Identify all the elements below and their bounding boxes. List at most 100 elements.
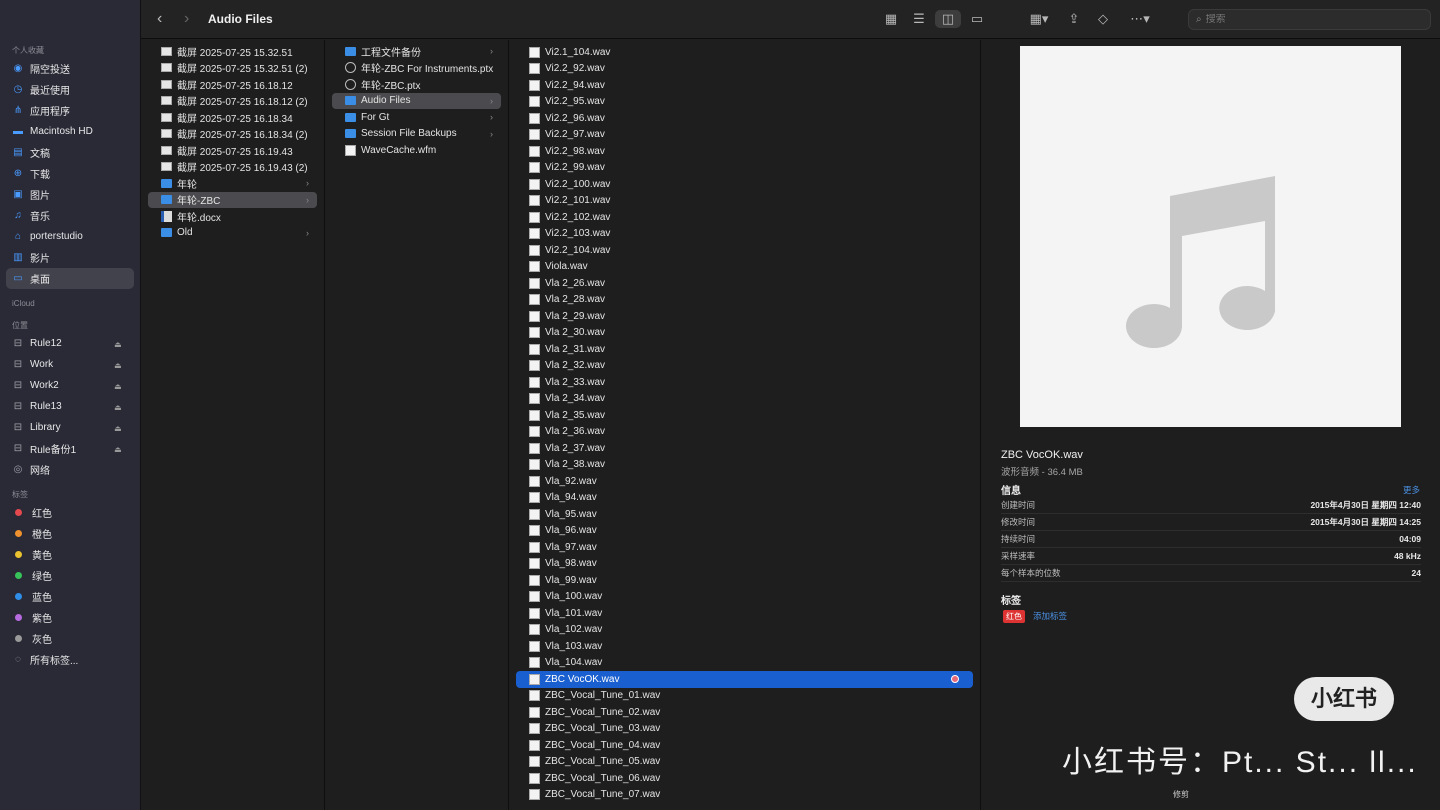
file-row[interactable]: ZBC_Vocal_Tune_03.wav (516, 721, 973, 738)
file-row[interactable]: Vla 2_35.wav (516, 407, 973, 424)
file-row[interactable]: 年轮 › (148, 175, 317, 192)
file-row[interactable]: Vla_101.wav (516, 605, 973, 622)
file-row[interactable]: Vla_96.wav (516, 523, 973, 540)
file-row[interactable]: 截屏 2025-07-25 15.32.51 (148, 43, 317, 60)
sidebar-location[interactable]: ⊟ Library ⏏ (6, 417, 134, 438)
file-row[interactable]: Vla 2_38.wav (516, 457, 973, 474)
browser-column-1[interactable]: 截屏 2025-07-25 15.32.51 截屏 2025-07-25 15.3… (141, 40, 325, 810)
file-row[interactable]: Vla 2_30.wav (516, 325, 973, 342)
sidebar-location[interactable]: ⊟ Work2 ⏏ (6, 375, 134, 396)
search-input[interactable] (1205, 14, 1406, 25)
eject-icon[interactable]: ⏏ (114, 403, 122, 412)
file-row[interactable]: Vla_104.wav (516, 655, 973, 672)
sidebar-item[interactable]: ▭ 桌面 (6, 268, 134, 289)
file-row[interactable]: Vi2.2_101.wav (516, 193, 973, 210)
file-row[interactable]: Vla_92.wav (516, 473, 973, 490)
file-row[interactable]: ZBC_Vocal_Tune_06.wav (516, 770, 973, 787)
sidebar-location[interactable]: ⊟ Rule12 ⏏ (6, 333, 134, 354)
file-row[interactable]: Vi2.2_94.wav (516, 77, 973, 94)
file-row[interactable]: Viola.wav (516, 259, 973, 276)
file-row[interactable]: 工程文件备份 › (332, 43, 501, 60)
share-button[interactable]: ⇪ (1064, 10, 1084, 28)
sidebar-tag[interactable]: 紫色 (6, 607, 134, 628)
file-row[interactable]: Vla_97.wav (516, 539, 973, 556)
forward-button[interactable]: › (184, 10, 198, 28)
file-row[interactable]: Vla_100.wav (516, 589, 973, 606)
file-row[interactable]: Vla 2_31.wav (516, 341, 973, 358)
browser-column-3[interactable]: Vi2.1_104.wav Vi2.2_92.wav Vi2.2_94.wav Vi2… (509, 40, 981, 810)
file-row[interactable]: For Gt › (332, 109, 501, 126)
file-row[interactable]: Vi2.2_103.wav (516, 226, 973, 243)
file-row[interactable]: 截屏 2025-07-25 16.19.43 (148, 142, 317, 159)
eject-icon[interactable]: ⏏ (114, 445, 122, 454)
file-row[interactable]: Vi2.2_98.wav (516, 143, 973, 160)
file-row[interactable]: Audio Files › (332, 92, 501, 109)
file-row[interactable]: 年轮-ZBC.ptx (332, 76, 501, 93)
file-row[interactable]: Vi2.2_96.wav (516, 110, 973, 127)
eject-icon[interactable]: ⏏ (114, 361, 122, 370)
file-row[interactable]: Vla_99.wav (516, 572, 973, 589)
eject-icon[interactable]: ⏏ (114, 340, 122, 349)
search-field[interactable]: ⌕ (1188, 9, 1431, 30)
sidebar-item[interactable]: ◉ 隔空投送 (6, 58, 134, 79)
column-view-button[interactable]: ◫ (935, 10, 961, 28)
browser-column-2[interactable]: 工程文件备份 › 年轮-ZBC For Instruments.ptx 年轮-ZBC.… (325, 40, 509, 810)
file-row[interactable]: Vla_98.wav (516, 556, 973, 573)
sidebar-item[interactable]: ◷ 最近使用 (6, 79, 134, 100)
sidebar-item[interactable]: ▬ Macintosh HD (6, 121, 134, 142)
file-row[interactable]: Vla 2_36.wav (516, 424, 973, 441)
sidebar-tag[interactable]: 黄色 (6, 544, 134, 565)
file-row[interactable]: Vla 2_26.wav (516, 275, 973, 292)
list-view-button[interactable]: ☰ (909, 10, 929, 28)
file-row[interactable]: Vla 2_33.wav (516, 374, 973, 391)
sidebar-location[interactable]: ⊟ Rule备份1 ⏏ (6, 438, 134, 459)
file-row[interactable]: ZBC_Vocal_Tune_05.wav (516, 754, 973, 771)
file-row[interactable]: Vla 2_34.wav (516, 391, 973, 408)
file-row[interactable]: 年轮.docx (148, 208, 317, 225)
sidebar-tag[interactable]: 绿色 (6, 565, 134, 586)
file-row[interactable]: Session File Backups › (332, 126, 501, 143)
sidebar-location[interactable]: ◎ 网络 (6, 459, 134, 480)
file-row[interactable]: 截屏 2025-07-25 16.18.34 (2) (148, 126, 317, 143)
file-row[interactable]: Vla_94.wav (516, 490, 973, 507)
add-tag-link[interactable]: 添加标签 (1033, 610, 1067, 622)
file-row[interactable]: Vi2.1_104.wav (516, 44, 973, 61)
sidebar-tag[interactable]: 红色 (6, 502, 134, 523)
sidebar-tag[interactable]: 蓝色 (6, 586, 134, 607)
file-row[interactable]: Vla_102.wav (516, 622, 973, 639)
file-row[interactable]: ZBC VocOK.wav (516, 671, 973, 688)
file-row[interactable]: 年轮-ZBC For Instruments.ptx (332, 60, 501, 77)
file-row[interactable]: 截屏 2025-07-25 16.18.12 (148, 76, 317, 93)
file-row[interactable]: ZBC_Vocal_Tune_01.wav (516, 688, 973, 705)
file-row[interactable]: 年轮-ZBC › (148, 191, 317, 208)
file-row[interactable]: Vla 2_28.wav (516, 292, 973, 309)
sidebar-item[interactable]: ⊕ 下载 (6, 163, 134, 184)
file-row[interactable]: Vla 2_37.wav (516, 440, 973, 457)
file-row[interactable]: ZBC_Vocal_Tune_07.wav (516, 787, 973, 804)
sidebar-tag[interactable]: 灰色 (6, 628, 134, 649)
sidebar-item[interactable]: ♫ 音乐 (6, 205, 134, 226)
sidebar-tag[interactable]: 橙色 (6, 523, 134, 544)
file-row[interactable]: Old › (148, 225, 317, 242)
file-row[interactable]: Vla_103.wav (516, 638, 973, 655)
group-button[interactable]: ▦▾ (1024, 10, 1054, 28)
file-row[interactable]: 截屏 2025-07-25 16.18.12 (2) (148, 93, 317, 110)
action-button[interactable]: ⋯▾ (1125, 10, 1155, 28)
file-row[interactable]: Vi2.2_92.wav (516, 61, 973, 78)
eject-icon[interactable]: ⏏ (114, 424, 122, 433)
file-row[interactable]: Vla 2_32.wav (516, 358, 973, 375)
file-row[interactable]: Vi2.2_95.wav (516, 94, 973, 111)
file-row[interactable]: Vla_95.wav (516, 506, 973, 523)
tag-button[interactable]: ◇ (1093, 10, 1113, 28)
more-link[interactable]: 更多 (1403, 484, 1420, 496)
file-row[interactable]: Vi2.2_99.wav (516, 160, 973, 177)
file-row[interactable]: ZBC_Vocal_Tune_02.wav (516, 704, 973, 721)
sidebar-location[interactable]: ⊟ Work ⏏ (6, 354, 134, 375)
file-row[interactable]: Vi2.2_104.wav (516, 242, 973, 259)
red-tag-pill[interactable]: 红色 (1003, 610, 1025, 623)
file-row[interactable]: Vi2.2_102.wav (516, 209, 973, 226)
file-row[interactable]: 截屏 2025-07-25 16.18.34 (148, 109, 317, 126)
sidebar-location[interactable]: ⊟ Rule13 ⏏ (6, 396, 134, 417)
icon-view-button[interactable]: ▦ (881, 10, 901, 28)
file-row[interactable]: 截屏 2025-07-25 15.32.51 (2) (148, 60, 317, 77)
